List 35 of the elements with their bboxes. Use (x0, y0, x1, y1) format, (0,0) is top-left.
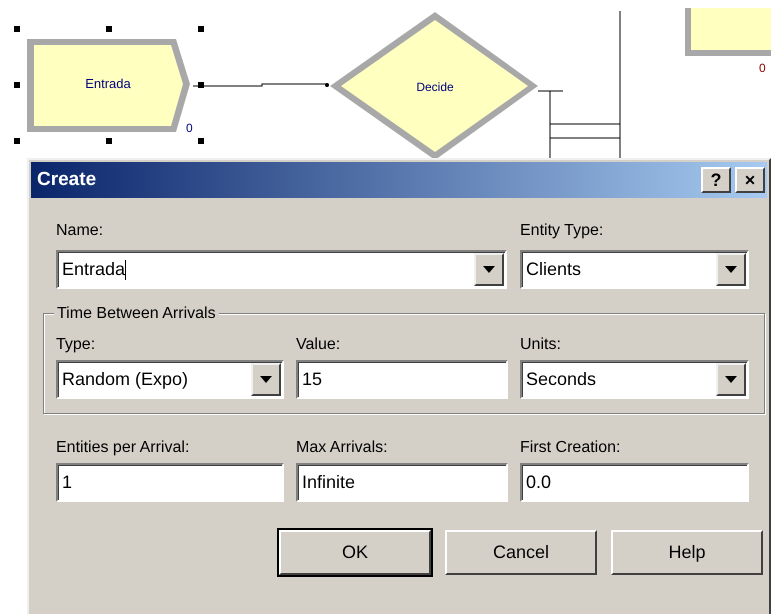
dropdown-arrow-icon (260, 376, 272, 383)
dropdown-field[interactable]: Entrada (56, 250, 507, 289)
title-bar-button[interactable]: × (735, 167, 765, 193)
dropdown-field[interactable]: Clients (520, 250, 749, 289)
counter-value: 0 (759, 61, 766, 75)
dropdown-arrow-icon (483, 266, 495, 273)
dropdown-button[interactable] (716, 363, 746, 396)
window-title: Create (37, 168, 96, 192)
field-label: Units: (520, 335, 562, 355)
counter-value: 0 (186, 121, 193, 135)
module-label: Entrada (85, 76, 131, 91)
field-label: Entities per Arrival: (56, 438, 190, 458)
field-label: Value: (296, 335, 342, 355)
selection-handles-drawing[interactable] (14, 26, 204, 144)
dropdown-field[interactable]: Seconds (520, 360, 749, 399)
input-field[interactable]: 15 (296, 360, 508, 399)
input-field[interactable]: 0.0 (520, 463, 749, 502)
dropdown-arrow-icon (725, 376, 737, 383)
input-field[interactable]: 1 (56, 463, 284, 502)
field-label: Name: (56, 221, 104, 241)
dialog-button[interactable]: OK (279, 530, 431, 575)
field-label: Entity Type: (520, 221, 604, 241)
dialog-button[interactable]: Cancel (445, 530, 597, 575)
dropdown-field[interactable]: Random (Expo) (56, 360, 284, 399)
field-label: Max Arrivals: (296, 438, 389, 458)
input-field[interactable]: Infinite (296, 463, 508, 502)
dropdown-arrow-icon (725, 266, 737, 273)
dropdown-button[interactable] (474, 253, 504, 286)
module-label: Decide (416, 80, 454, 94)
field-label: Type: (56, 335, 96, 355)
title-bar-button[interactable]: ? (701, 167, 731, 193)
dialog-button[interactable]: Help (611, 530, 763, 575)
dropdown-button[interactable] (716, 253, 746, 286)
field-label: First Creation: (520, 438, 622, 458)
dropdown-button[interactable] (251, 363, 281, 396)
